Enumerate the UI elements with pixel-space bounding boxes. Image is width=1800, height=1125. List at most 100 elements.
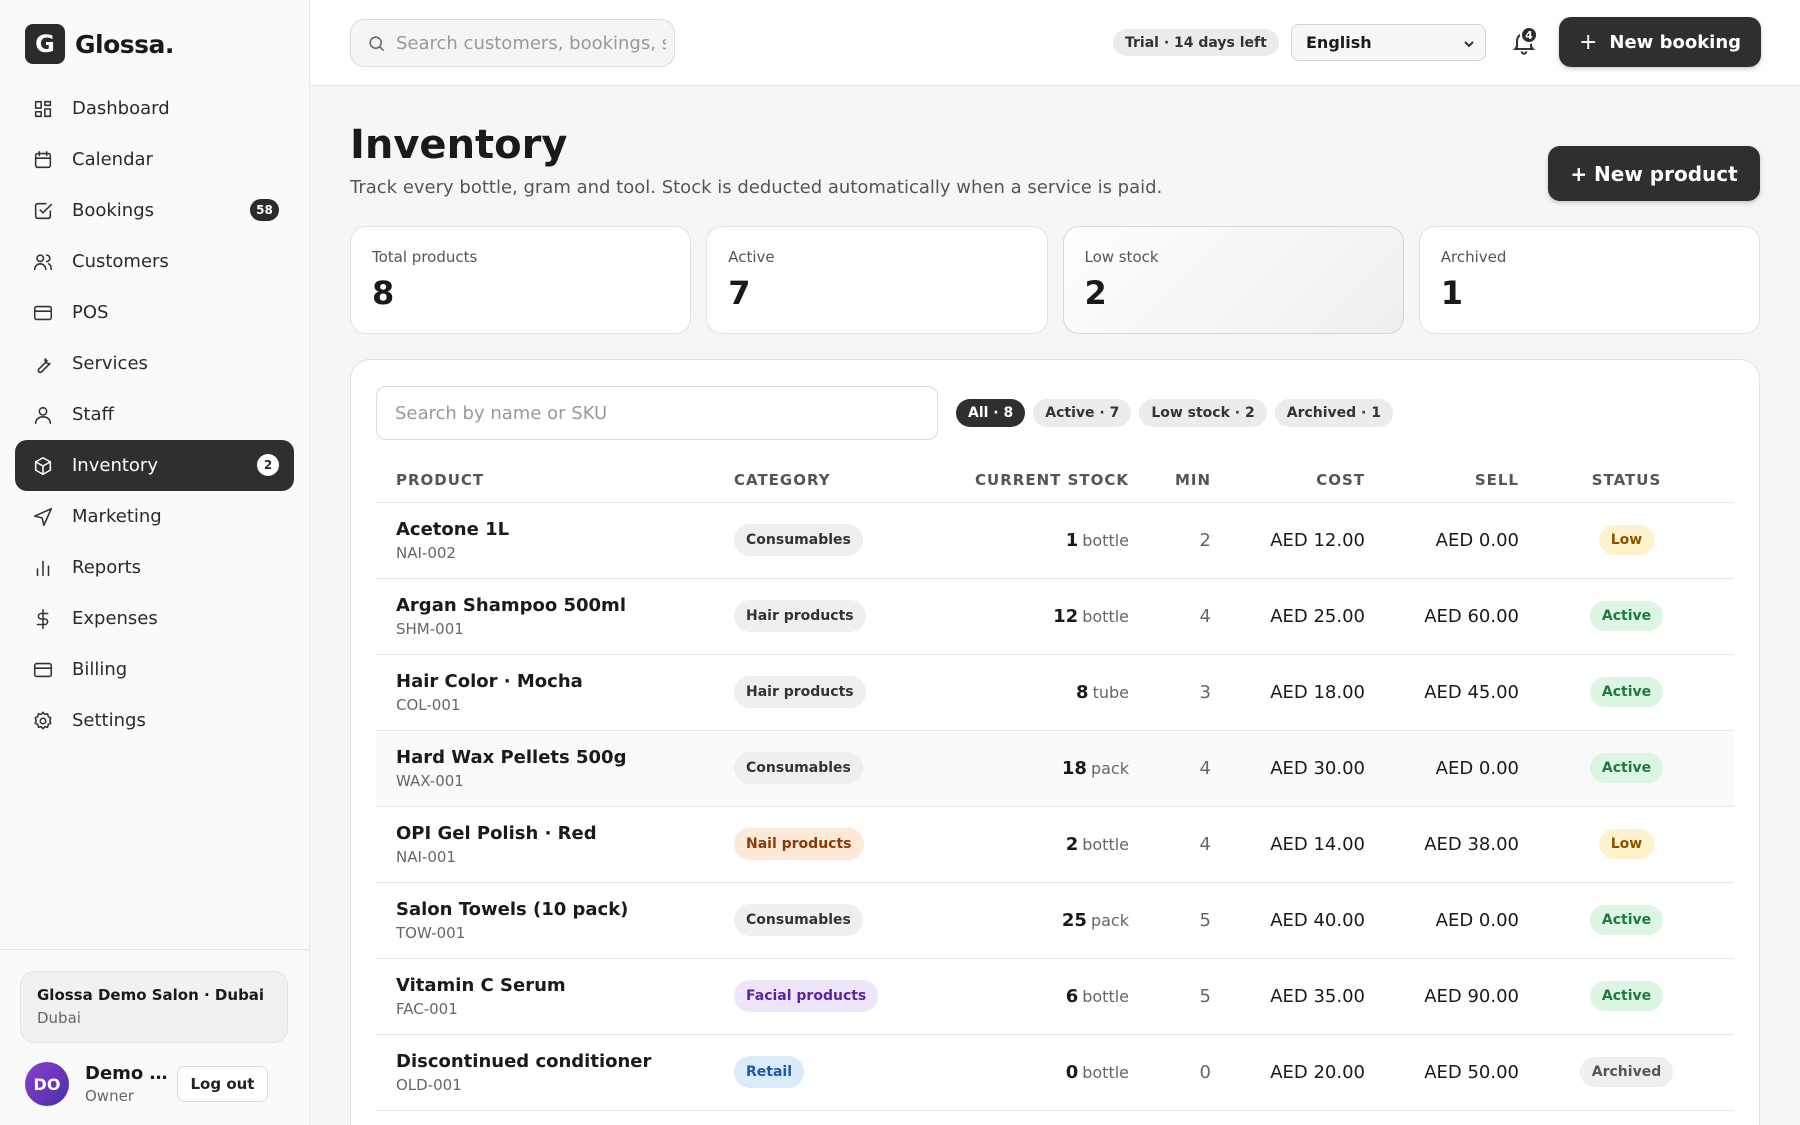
filter-low-stock[interactable]: Low stock · 2 [1139, 399, 1267, 427]
category-cell: Hair products [734, 654, 944, 731]
filter-active[interactable]: Active · 7 [1033, 399, 1132, 427]
logo[interactable]: G Glossa. [25, 24, 174, 64]
sidebar-item-label: POS [72, 302, 109, 323]
salon-switcher[interactable]: Glossa Demo Salon · Dubai Dubai [20, 971, 288, 1043]
product-name[interactable]: OPI Gel Polish · Red [396, 823, 734, 844]
column-header[interactable]: SELL [1365, 459, 1519, 503]
user-role: Owner [85, 1087, 134, 1105]
avatar[interactable]: DO [25, 1062, 69, 1106]
table-row[interactable]: Discontinued conditioner OLD-001 Retail 0 bo… [376, 1034, 1734, 1111]
trial-badge: Trial · 14 days left [1113, 29, 1279, 56]
product-search-input[interactable] [376, 386, 938, 440]
sidebar-item-staff[interactable]: Staff [15, 389, 294, 440]
column-header[interactable]: CURRENT STOCK [944, 459, 1129, 503]
product-name[interactable]: Acetone 1L [396, 519, 734, 540]
sidebar-item-marketing[interactable]: Marketing [15, 491, 294, 542]
language-select[interactable]: English [1291, 24, 1486, 61]
stat-label: Total products [372, 248, 478, 266]
stock-unit: bottle [1082, 530, 1129, 550]
stock-cell: 8 tube [944, 654, 1129, 731]
sidebar-item-label: Inventory [72, 455, 158, 476]
product-sku: COL-001 [396, 695, 461, 714]
filter-all[interactable]: All · 8 [956, 399, 1026, 427]
page-title: Inventory [350, 122, 568, 168]
table-row[interactable]: Vitamin C Serum FAC-001 Facial products 6 bo… [376, 958, 1734, 1035]
global-search[interactable] [350, 19, 675, 67]
sidebar-item-dashboard[interactable]: Dashboard [15, 83, 294, 134]
min-cell: 5 [1129, 958, 1211, 1035]
table-row[interactable]: Argan Shampoo 500ml SHM-001 Hair products 1… [376, 578, 1734, 655]
category-cell: Nail products [734, 806, 944, 883]
stat-label: Active [728, 248, 775, 266]
cost-cell: AED 30.00 [1211, 730, 1365, 807]
stock-qty: 1 [1065, 529, 1079, 551]
product-cell: OPI Gel Polish · Red NAI-001 [376, 806, 734, 883]
product-name[interactable]: Argan Shampoo 500ml [396, 595, 734, 616]
table-row[interactable]: Hair Color · Mocha COL-001 Hair products 8 t… [376, 654, 1734, 731]
cost-cell: AED 12.00 [1211, 502, 1365, 579]
table-row[interactable]: OPI Gel Polish · Red NAI-001 Nail products… [376, 806, 1734, 883]
sidebar-item-settings[interactable]: Settings [15, 695, 294, 746]
new-booking-button[interactable]: + New booking [1559, 17, 1761, 67]
sidebar-item-label: Calendar [72, 149, 153, 170]
sidebar-item-label: Marketing [72, 506, 162, 527]
product-cell: Salon Towels (10 pack) TOW-001 [376, 882, 734, 959]
sidebar-item-label: Bookings [72, 200, 155, 221]
min-cell: 0 [1129, 1034, 1211, 1111]
sidebar-item-inventory[interactable]: Inventory 2 [15, 440, 294, 491]
status-cell: Active [1519, 578, 1734, 655]
stock-unit: tube [1092, 682, 1129, 702]
wrench-icon [37, 357, 51, 373]
column-header[interactable]: PRODUCT [376, 459, 734, 503]
stock-qty: 6 [1065, 985, 1079, 1007]
status-cell: Active [1519, 654, 1734, 731]
column-header[interactable]: CATEGORY [734, 459, 944, 503]
column-header[interactable]: MIN [1129, 459, 1211, 503]
stock-cell: 12 bottle [944, 578, 1129, 655]
product-name[interactable]: Vitamin C Serum [396, 975, 734, 996]
stock-qty: 8 [1076, 681, 1089, 703]
sidebar-item-calendar[interactable]: Calendar [15, 134, 294, 185]
sidebar-item-services[interactable]: Services [15, 338, 294, 389]
global-search-input[interactable] [396, 32, 666, 54]
stats-row: Total products 8 Active 7 Low stock 2 Ar… [350, 226, 1760, 334]
category-badge: Hair products [734, 600, 866, 632]
stat-value: 2 [1084, 274, 1107, 312]
table-row[interactable]: Salon Towels (10 pack) TOW-001 Consumables… [376, 882, 1734, 959]
sidebar-item-customers[interactable]: Customers [15, 236, 294, 287]
sidebar-item-expenses[interactable]: Expenses [15, 593, 294, 644]
column-header[interactable]: COST [1211, 459, 1365, 503]
stock-unit: pack [1090, 758, 1129, 778]
new-product-button[interactable]: + New product [1548, 146, 1760, 201]
sidebar-item-reports[interactable]: Reports [15, 542, 294, 593]
sidebar-nav: Dashboard Calendar Bookings 58 Customers POS S… [15, 83, 294, 746]
status-badge: Active [1589, 905, 1664, 935]
status-badge: Low [1598, 829, 1655, 859]
salon-name: Glossa Demo Salon · Dubai [37, 986, 265, 1004]
stat-label: Low stock [1084, 248, 1159, 266]
product-name[interactable]: Discontinued conditioner [396, 1051, 734, 1072]
category-cell: Consumables [734, 730, 944, 807]
sidebar-item-billing[interactable]: Billing [15, 644, 294, 695]
sidebar-item-bookings[interactable]: Bookings 58 [15, 185, 294, 236]
grid-icon [34, 100, 52, 117]
stock-qty: 12 [1053, 605, 1079, 627]
inventory-panel: All · 8 Active · 7 Low stock · 2 Archive… [350, 359, 1760, 1125]
stat-low-stock[interactable]: Low stock 2 [1062, 226, 1404, 334]
stock-cell: 1 bottle [944, 502, 1129, 579]
product-name[interactable]: Hair Color · Mocha [396, 671, 734, 692]
nav-count-badge: 2 [257, 454, 279, 476]
product-sku: NAI-002 [396, 543, 456, 562]
status-cell: Low [1519, 806, 1734, 883]
table-row[interactable]: Acetone 1L NAI-002 Consumables 1 bottle 2 AED … [376, 502, 1734, 579]
sidebar-item-label: Staff [72, 404, 114, 425]
product-name[interactable]: Salon Towels (10 pack) [396, 899, 734, 920]
column-header[interactable]: STATUS [1519, 459, 1734, 503]
product-name[interactable]: Hard Wax Pellets 500g [396, 747, 734, 768]
filter-archived[interactable]: Archived · 1 [1274, 399, 1393, 427]
logout-button[interactable]: Log out [177, 1066, 268, 1102]
stat-total-products: Total products 8 [350, 226, 692, 334]
table-row[interactable]: Hard Wax Pellets 500g WAX-001 Consumables 1… [376, 730, 1734, 807]
sidebar-item-pos[interactable]: POS [15, 287, 294, 338]
status-badge: Active [1589, 677, 1664, 707]
